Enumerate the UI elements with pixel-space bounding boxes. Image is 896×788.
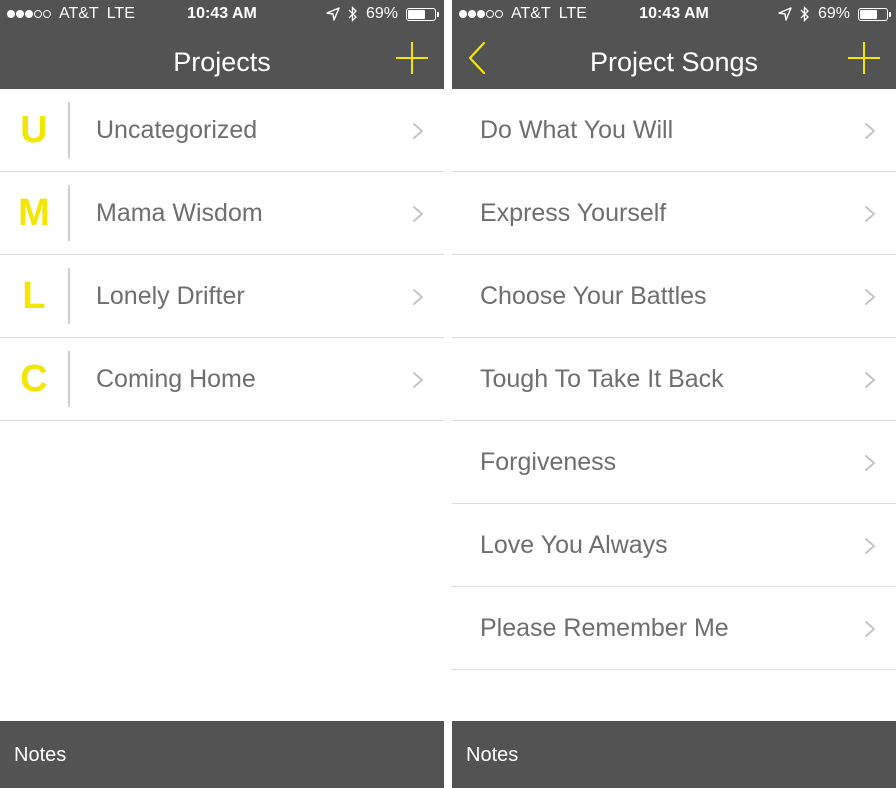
project-songs-screen: AT&T LTE 10:43 AM 69% Project Songs Do W… — [452, 0, 896, 788]
project-label: Mama Wisdom — [96, 199, 263, 227]
bluetooth-icon — [800, 6, 809, 22]
song-label: Please Remember Me — [480, 614, 729, 642]
plus-icon — [396, 42, 428, 74]
chevron-right-icon — [413, 372, 423, 388]
project-row[interactable]: C Coming Home — [0, 338, 444, 421]
song-label: Love You Always — [480, 531, 668, 559]
location-icon — [778, 7, 792, 21]
nav-bar: Project Songs — [452, 30, 896, 89]
song-row[interactable]: Do What You Will — [452, 89, 896, 172]
battery-fill — [860, 9, 877, 19]
song-label: Do What You Will — [480, 116, 674, 144]
project-row[interactable]: U Uncategorized — [0, 89, 444, 172]
chevron-right-icon — [865, 455, 875, 471]
project-label: Uncategorized — [96, 116, 258, 144]
project-row[interactable]: L Lonely Drifter — [0, 255, 444, 338]
project-initial: L — [22, 275, 46, 317]
chevron-right-icon — [865, 372, 875, 388]
row-divider — [68, 185, 70, 241]
song-row[interactable]: Choose Your Battles — [452, 255, 896, 338]
add-song-button[interactable] — [846, 40, 882, 76]
notes-tab[interactable]: Notes — [466, 744, 518, 767]
song-label: Choose Your Battles — [480, 282, 707, 310]
chevron-right-icon — [413, 289, 423, 305]
chevron-right-icon — [413, 123, 423, 139]
battery-percent: 69% — [817, 5, 850, 22]
battery-percent: 69% — [365, 5, 398, 22]
battery-nub — [437, 11, 439, 17]
project-initial: U — [20, 109, 48, 151]
projects-screen: AT&T LTE 10:43 AM 69% Projects U Uncateg… — [0, 0, 444, 788]
chevron-right-icon — [865, 123, 875, 139]
status-right: 69% — [326, 5, 439, 23]
app-stage: AT&T LTE 10:43 AM 69% Projects U Uncateg… — [0, 0, 896, 788]
screen-gutter — [444, 0, 452, 788]
song-row[interactable]: Tough To Take It Back — [452, 338, 896, 421]
bluetooth-icon — [348, 6, 357, 22]
bottom-bar: Notes — [0, 721, 444, 788]
projects-list: U Uncategorized M Mama Wisdom L Lonely Drifte… — [0, 89, 444, 421]
song-row[interactable]: Forgiveness — [452, 421, 896, 504]
project-label: Coming Home — [96, 365, 256, 393]
song-row[interactable]: Please Remember Me — [452, 587, 896, 670]
project-row[interactable]: M Mama Wisdom — [0, 172, 444, 255]
plus-icon — [848, 42, 880, 74]
songs-list: Do What You Will Express Yourself Choose Y… — [452, 89, 896, 670]
song-row[interactable]: Express Yourself — [452, 172, 896, 255]
page-title: Projects — [173, 47, 271, 77]
status-right: 69% — [778, 5, 891, 23]
nav-bar: Projects — [0, 30, 444, 89]
row-divider — [68, 102, 70, 158]
project-initial: M — [18, 192, 50, 234]
battery-fill — [408, 9, 425, 19]
notes-tab[interactable]: Notes — [14, 744, 66, 767]
location-icon — [326, 7, 340, 21]
row-divider — [68, 351, 70, 407]
page-title: Project Songs — [589, 47, 759, 77]
chevron-right-icon — [865, 289, 875, 305]
battery-icon — [406, 7, 439, 21]
chevron-right-icon — [413, 206, 423, 222]
add-project-button[interactable] — [394, 40, 430, 76]
chevron-right-icon — [865, 538, 875, 554]
bottom-bar: Notes — [452, 721, 896, 788]
project-initial: C — [20, 358, 48, 400]
status-bar: AT&T LTE 10:43 AM 69% — [452, 0, 896, 30]
top-bar: AT&T LTE 10:43 AM 69% — [0, 0, 444, 89]
chevron-right-icon — [865, 206, 875, 222]
song-label: Forgiveness — [480, 448, 617, 476]
row-divider — [68, 268, 70, 324]
battery-nub — [889, 11, 891, 17]
song-row[interactable]: Love You Always — [452, 504, 896, 587]
song-label: Tough To Take It Back — [480, 365, 724, 393]
status-bar: AT&T LTE 10:43 AM 69% — [0, 0, 444, 30]
chevron-right-icon — [865, 621, 875, 637]
top-bar: AT&T LTE 10:43 AM 69% — [452, 0, 896, 89]
project-label: Lonely Drifter — [96, 282, 245, 310]
battery-icon — [858, 7, 891, 21]
song-label: Express Yourself — [480, 199, 667, 227]
